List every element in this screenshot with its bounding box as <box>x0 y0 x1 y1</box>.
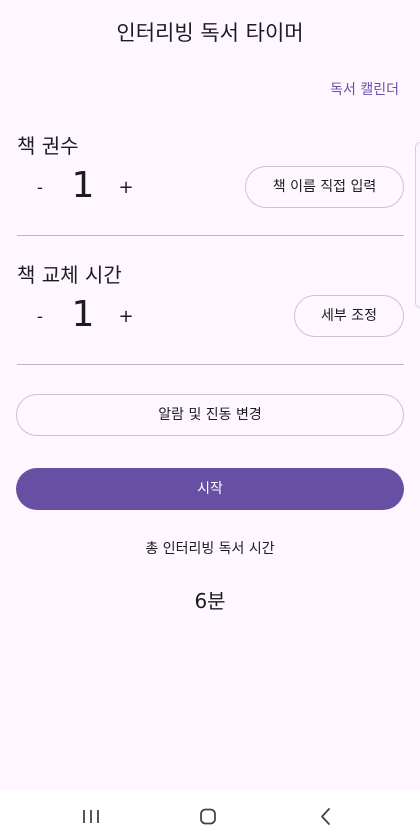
book-count-stepper: - 1 + <box>17 165 147 210</box>
start-button[interactable]: 시작 <box>16 468 404 510</box>
total-time-value: 6분 <box>194 589 226 613</box>
book-count-label: 책 권수 <box>17 134 79 158</box>
switch-time-increment-button[interactable]: + <box>113 303 139 331</box>
reading-calendar-link[interactable]: 독서 캘린더 <box>330 79 399 101</box>
switch-time-label: 책 교체 시간 <box>17 263 122 287</box>
switch-time-decrement-button[interactable]: - <box>27 303 53 331</box>
recents-icon[interactable] <box>71 801 111 831</box>
alarm-vibration-button[interactable]: 알람 및 진동 변경 <box>16 394 404 436</box>
divider <box>17 235 404 236</box>
enter-book-names-button[interactable]: 책 이름 직접 입력 <box>245 166 404 208</box>
navigation-bar <box>0 791 420 840</box>
home-icon[interactable] <box>188 801 228 831</box>
switch-time-value: 1 <box>71 294 95 335</box>
side-panel-handle[interactable] <box>415 142 420 308</box>
book-count-value: 1 <box>71 165 95 206</box>
fine-tune-button[interactable]: 세부 조정 <box>294 295 404 337</box>
total-time-label: 총 인터리빙 독서 시간 <box>145 541 275 557</box>
app-title: 인터리빙 독서 타이머 <box>116 21 304 45</box>
divider <box>17 364 404 365</box>
book-count-decrement-button[interactable]: - <box>27 174 53 202</box>
book-count-increment-button[interactable]: + <box>113 174 139 202</box>
back-icon[interactable] <box>305 801 345 831</box>
switch-time-stepper: - 1 + <box>17 294 147 339</box>
